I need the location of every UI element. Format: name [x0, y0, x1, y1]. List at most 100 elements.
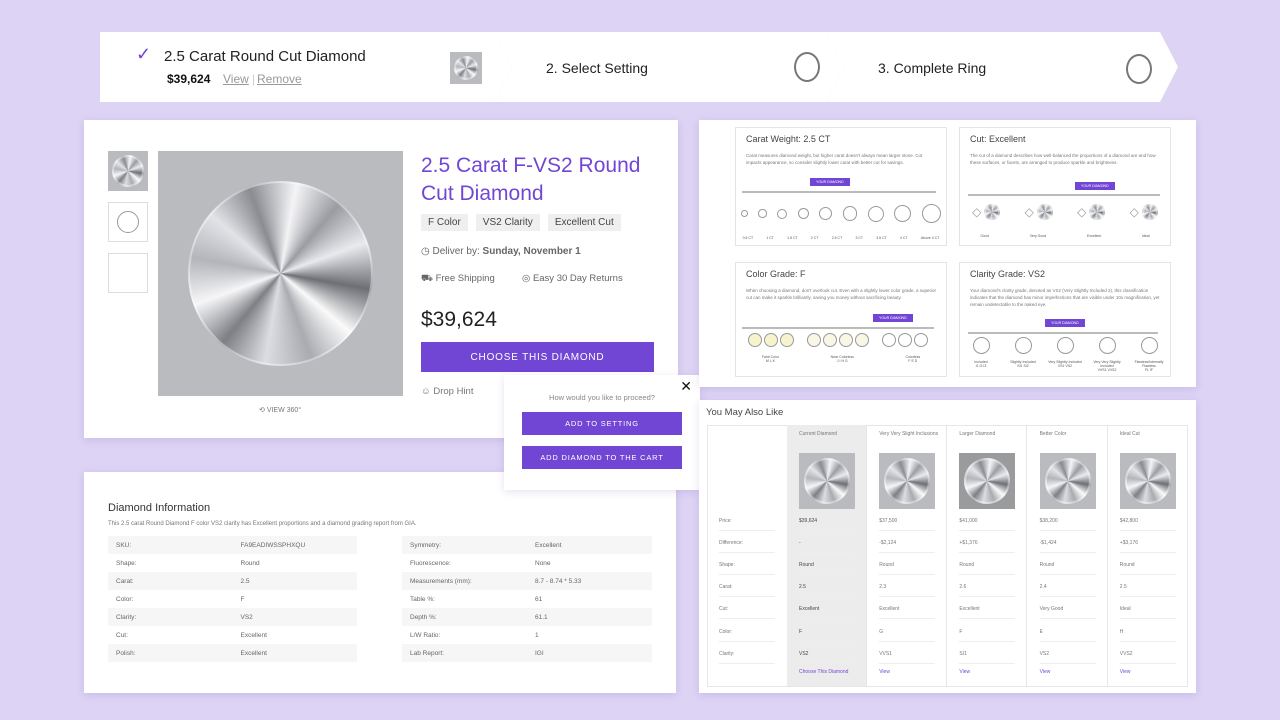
column-title: Very Very Slight Inclusions — [879, 431, 939, 437]
color-group — [748, 333, 795, 347]
view-link[interactable]: View — [1120, 669, 1131, 675]
step-3-complete[interactable]: 3. Complete Ring — [826, 32, 1178, 102]
column-title: Better Color — [1039, 431, 1067, 437]
diamond-thumbnail — [450, 52, 482, 84]
shipping-label: Free Shipping — [435, 273, 495, 284]
color-ring-icon — [806, 333, 821, 347]
delivery-info: ◷ Deliver by: Sunday, November 1 — [421, 246, 581, 257]
compare-value: Round — [959, 555, 1016, 575]
clarity-guide-text: Your diamond's clarity grade, denoted as… — [970, 288, 1160, 307]
color-ring-icon — [748, 333, 763, 347]
info-label: Clarity: — [116, 613, 137, 621]
drop-hint-button[interactable]: ☺ Drop Hint — [421, 386, 473, 397]
carat-label: 0.5 CT — [742, 236, 754, 240]
compare-value: VS2 — [799, 644, 855, 664]
drop-hint-label: Drop Hint — [433, 386, 474, 397]
main-diamond-image[interactable] — [158, 151, 403, 396]
diamond-photo — [964, 458, 1011, 504]
choose-this-diamond-link[interactable]: Choose This Diamond — [799, 669, 848, 675]
tags: F Color VS2 Clarity Excellent Cut — [421, 214, 629, 231]
view-link[interactable]: View — [879, 669, 890, 675]
compare-value: 2.3 — [879, 577, 936, 597]
compare-row-labels: Price: Difference: Shape: Carat: Cut: Color: C… — [707, 425, 787, 686]
color-ring-icon — [764, 333, 779, 347]
info-value: VS2 — [240, 613, 253, 621]
step-1-diamond[interactable]: ✓ 2.5 Carat Round Cut Diamond $39,624 Vi… — [100, 32, 512, 102]
carat-guide-title: Carat Weight: 2.5 CT — [746, 134, 831, 144]
profile-icon: ◇ — [1024, 205, 1034, 219]
info-description: This 2.5 carat Round Diamond F color VS2… — [108, 521, 417, 527]
compare-value: -$1,424 — [1039, 533, 1096, 553]
cut-scale: ◇ ◇ ◇ ◇ — [960, 204, 1170, 220]
diamond-photo-icon — [984, 204, 1001, 220]
scale-bar — [968, 332, 1158, 334]
compare-value: +$3,176 — [1119, 533, 1176, 553]
compare-column: Better Color $38,200 -$1,424 Round 2.4 Very G… — [1028, 425, 1108, 686]
choose-diamond-button[interactable]: CHOOSE THIS DIAMOND — [421, 342, 654, 372]
cut-label: Very Good — [1029, 234, 1047, 238]
view-link[interactable]: View — [1040, 669, 1051, 675]
info-value: 2.5 — [240, 577, 250, 585]
carat-ring-icon — [921, 204, 941, 223]
compare-value: $38,200 — [1039, 511, 1096, 531]
clarity-guide: Clarity Grade: VS2 Your diamond's clarit… — [959, 262, 1171, 377]
view-360-button[interactable]: ⟲ VIEW 360° — [259, 406, 301, 414]
info-row: Cut: Excellent — [108, 626, 357, 644]
remove-link[interactable]: Remove — [257, 72, 302, 86]
info-value: Excellent — [240, 631, 267, 639]
info-table-left: SKU: FA9EADIWSSPHXQU Shape: Round Carat: 2.5 C… — [108, 536, 357, 662]
info-label: SKU: — [116, 541, 132, 549]
compare-value: VS2 — [1039, 644, 1096, 664]
carat-label: 3 CT — [855, 236, 864, 240]
tag-cut: Excellent Cut — [547, 214, 621, 231]
color-ring-icon — [854, 333, 869, 347]
clock-icon: ◷ — [421, 246, 430, 257]
view-link[interactable]: View — [959, 669, 970, 675]
compare-value: Excellent — [879, 599, 936, 619]
add-to-setting-button[interactable]: ADD TO SETTING — [522, 412, 682, 435]
carat-label: 1 CT — [766, 236, 774, 240]
compare-value: SI1 — [959, 644, 1016, 664]
diamond-photo — [884, 458, 931, 504]
thumbnail-side-diagram[interactable] — [108, 253, 148, 293]
add-to-cart-button[interactable]: ADD DIAMOND TO THE CART — [522, 446, 682, 469]
info-row: Polish: Excellent — [108, 644, 357, 662]
info-row: Carat: 2.5 — [108, 572, 357, 590]
color-guide-text: When choosing a diamond, don't overlook … — [746, 288, 936, 300]
info-row: Clarity: VS2 — [108, 608, 357, 626]
diamond-image[interactable] — [1039, 453, 1096, 509]
thumbnail-photo[interactable] — [108, 151, 148, 191]
cut-diagram-icon: ◇ — [972, 204, 1001, 220]
step-2-setting[interactable]: 2. Select Setting — [494, 32, 844, 102]
hint-icon: ☺ — [421, 386, 431, 397]
diamond-image[interactable] — [879, 453, 936, 509]
deliver-label: Deliver by: — [432, 246, 480, 257]
color-ring-icon — [913, 333, 928, 347]
carat-label: 3.5 CT — [876, 236, 887, 240]
grading-guides-panel: Carat Weight: 2.5 CT Carat measures diam… — [699, 120, 1196, 387]
clarity-label: Slightly Included SI1 SI2 — [1005, 360, 1041, 372]
returns-info: ◎ Easy 30 Day Returns — [522, 273, 623, 284]
diamond-image[interactable] — [799, 453, 855, 509]
compare-value: Ideal — [1119, 599, 1176, 619]
info-row: Shape: Round — [108, 554, 357, 572]
diamond-image[interactable] — [1119, 453, 1176, 509]
product-title: 2.5 Carat F-VS2 Round Cut Diamond — [421, 154, 641, 205]
info-value: Excellent — [240, 649, 267, 657]
compare-value: $42,800 — [1119, 511, 1176, 531]
compare-value: $37,500 — [879, 511, 936, 531]
info-label: Table %: — [410, 595, 435, 603]
thumbnail-top-diagram[interactable] — [108, 202, 148, 242]
info-title: Diamond Information — [108, 502, 211, 514]
clarity-grades: VS1 VS2 — [1057, 364, 1073, 368]
cut-guide-text: The cut of a diamond describes how well-… — [970, 153, 1156, 165]
tag-color: F Color — [421, 214, 468, 231]
truck-icon: ⛟ — [421, 273, 433, 284]
diamond-image[interactable] — [959, 453, 1016, 509]
compare-value: Excellent — [959, 599, 1016, 619]
info-row: Table %: 61 — [402, 590, 652, 608]
your-diamond-marker: YOUR DIAMOND — [1075, 182, 1115, 190]
view-link[interactable]: View — [223, 72, 249, 86]
info-row: Depth %: 61.1 — [402, 608, 652, 626]
carat-ring-icon — [797, 207, 810, 220]
